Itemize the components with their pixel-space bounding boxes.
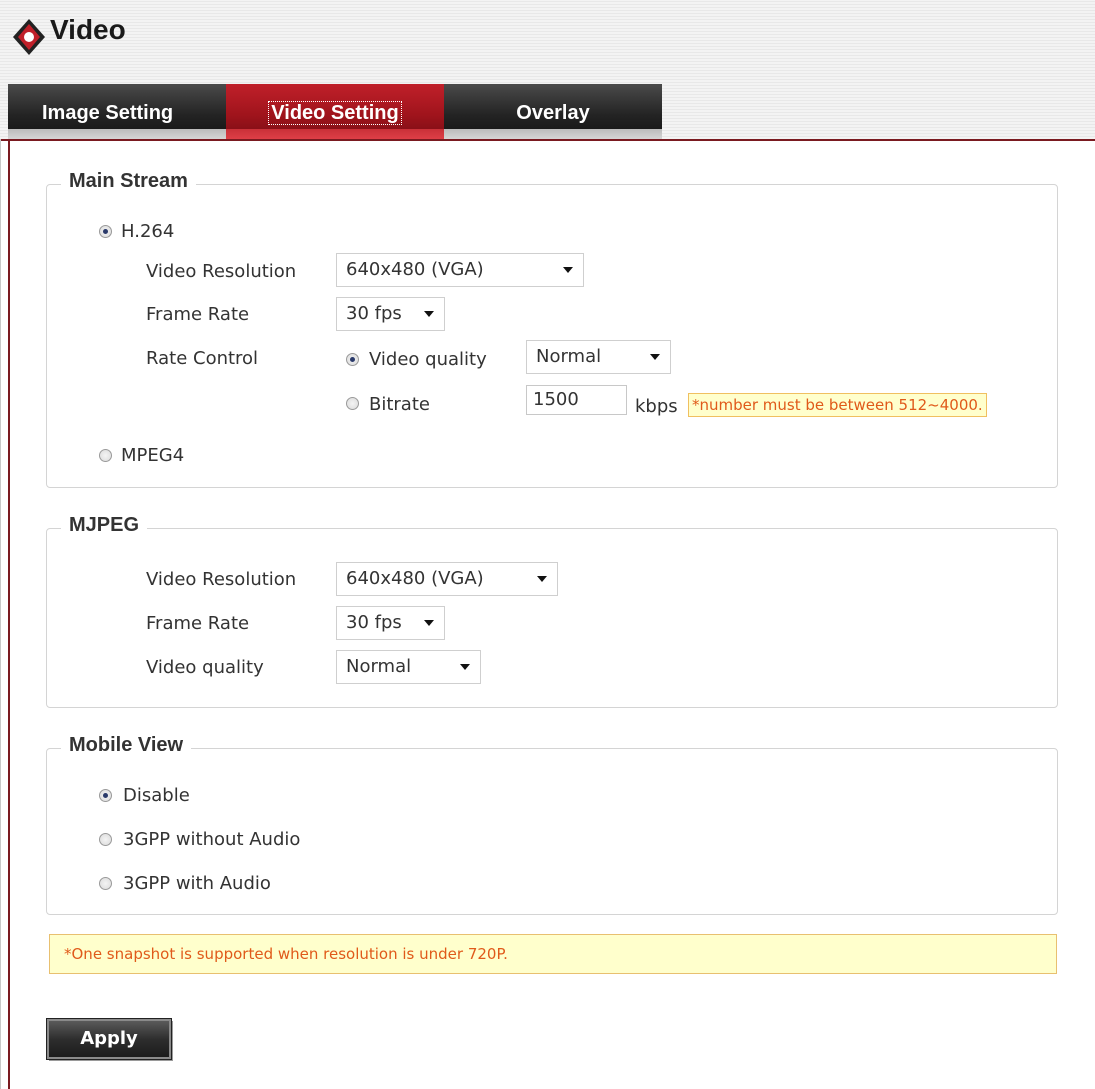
chevron-down-icon: [537, 576, 547, 582]
mobile-3gpp-no-audio-label: 3GPP without Audio: [123, 829, 301, 850]
tab-label: Overlay: [516, 102, 590, 124]
video-quality-value: Normal: [536, 346, 602, 367]
content-frame-left: [8, 139, 10, 1089]
video-quality-label: Video quality: [369, 349, 487, 370]
mjpeg-video-quality-label: Video quality: [146, 657, 264, 678]
main-stream-legend: Main Stream: [61, 170, 196, 193]
mjpeg-group: MJPEG Video Resolution 640x480 (VGA) Fra…: [46, 514, 1058, 708]
tab-bar: Image Setting Video Setting Overlay: [8, 84, 662, 140]
mpeg4-label: MPEG4: [121, 445, 185, 466]
main-stream-group: Main Stream H.264 Video Resolution 640x4…: [46, 170, 1058, 488]
mpeg4-radio[interactable]: [99, 449, 112, 462]
content-frame-top: [0, 139, 1095, 141]
page-header: Video Image Setting Video Setting Overla…: [0, 0, 1095, 140]
chevron-down-icon: [460, 664, 470, 670]
tab-image-setting[interactable]: Image Setting: [8, 84, 226, 140]
mjpeg-video-resolution-label: Video Resolution: [146, 569, 297, 590]
video-resolution-select[interactable]: 640x480 (VGA): [336, 253, 584, 287]
frame-rate-select[interactable]: 30 fps: [336, 297, 445, 331]
tab-video-setting[interactable]: Video Setting: [226, 84, 444, 140]
rate-control-label: Rate Control: [146, 348, 259, 369]
video-quality-radio[interactable]: [346, 353, 359, 366]
chevron-down-icon: [424, 311, 434, 317]
mobile-view-group: Mobile View Disable 3GPP without Audio 3…: [46, 734, 1058, 915]
page-title: Video: [50, 14, 126, 45]
chevron-down-icon: [424, 620, 434, 626]
h264-label: H.264: [121, 221, 175, 242]
mobile-disable-label: Disable: [123, 785, 190, 806]
mjpeg-frame-rate-value: 30 fps: [346, 612, 402, 633]
video-quality-select[interactable]: Normal: [526, 340, 671, 374]
bitrate-label: Bitrate: [369, 394, 430, 415]
video-resolution-label: Video Resolution: [146, 261, 297, 282]
frame-rate-label: Frame Rate: [146, 304, 250, 325]
tab-label: Image Setting: [42, 102, 174, 124]
mobile-3gpp-no-audio-radio[interactable]: [99, 833, 112, 846]
mjpeg-legend: MJPEG: [61, 514, 148, 537]
mobile-3gpp-audio-radio[interactable]: [99, 877, 112, 890]
tab-overlay[interactable]: Overlay: [444, 84, 662, 140]
mobile-3gpp-audio-label: 3GPP with Audio: [123, 873, 271, 894]
mjpeg-video-quality-select[interactable]: Normal: [336, 650, 481, 684]
tab-label: Video Setting: [268, 101, 402, 125]
mobile-view-legend: Mobile View: [61, 734, 192, 757]
mjpeg-frame-rate-label: Frame Rate: [146, 613, 250, 634]
bitrate-radio[interactable]: [346, 397, 359, 410]
mjpeg-video-resolution-select[interactable]: 640x480 (VGA): [336, 562, 558, 596]
content-frame-edge: [0, 139, 1, 1089]
h264-radio[interactable]: [99, 225, 112, 238]
snapshot-note: *One snapshot is supported when resoluti…: [49, 934, 1057, 974]
video-resolution-value: 640x480 (VGA): [346, 259, 484, 280]
bitrate-hint: *number must be between 512~4000.: [688, 393, 987, 417]
apply-button[interactable]: Apply: [46, 1018, 172, 1060]
bitrate-unit: kbps: [635, 396, 678, 417]
mjpeg-video-resolution-value: 640x480 (VGA): [346, 568, 484, 589]
bitrate-input[interactable]: 1500: [526, 385, 627, 415]
mobile-disable-radio[interactable]: [99, 789, 112, 802]
frame-rate-value: 30 fps: [346, 303, 402, 324]
chevron-down-icon: [563, 267, 573, 273]
chevron-down-icon: [650, 354, 660, 360]
bitrate-value: 1500: [533, 389, 579, 410]
mjpeg-frame-rate-select[interactable]: 30 fps: [336, 606, 445, 640]
mjpeg-video-quality-value: Normal: [346, 656, 412, 677]
camera-logo-icon: [13, 19, 45, 55]
